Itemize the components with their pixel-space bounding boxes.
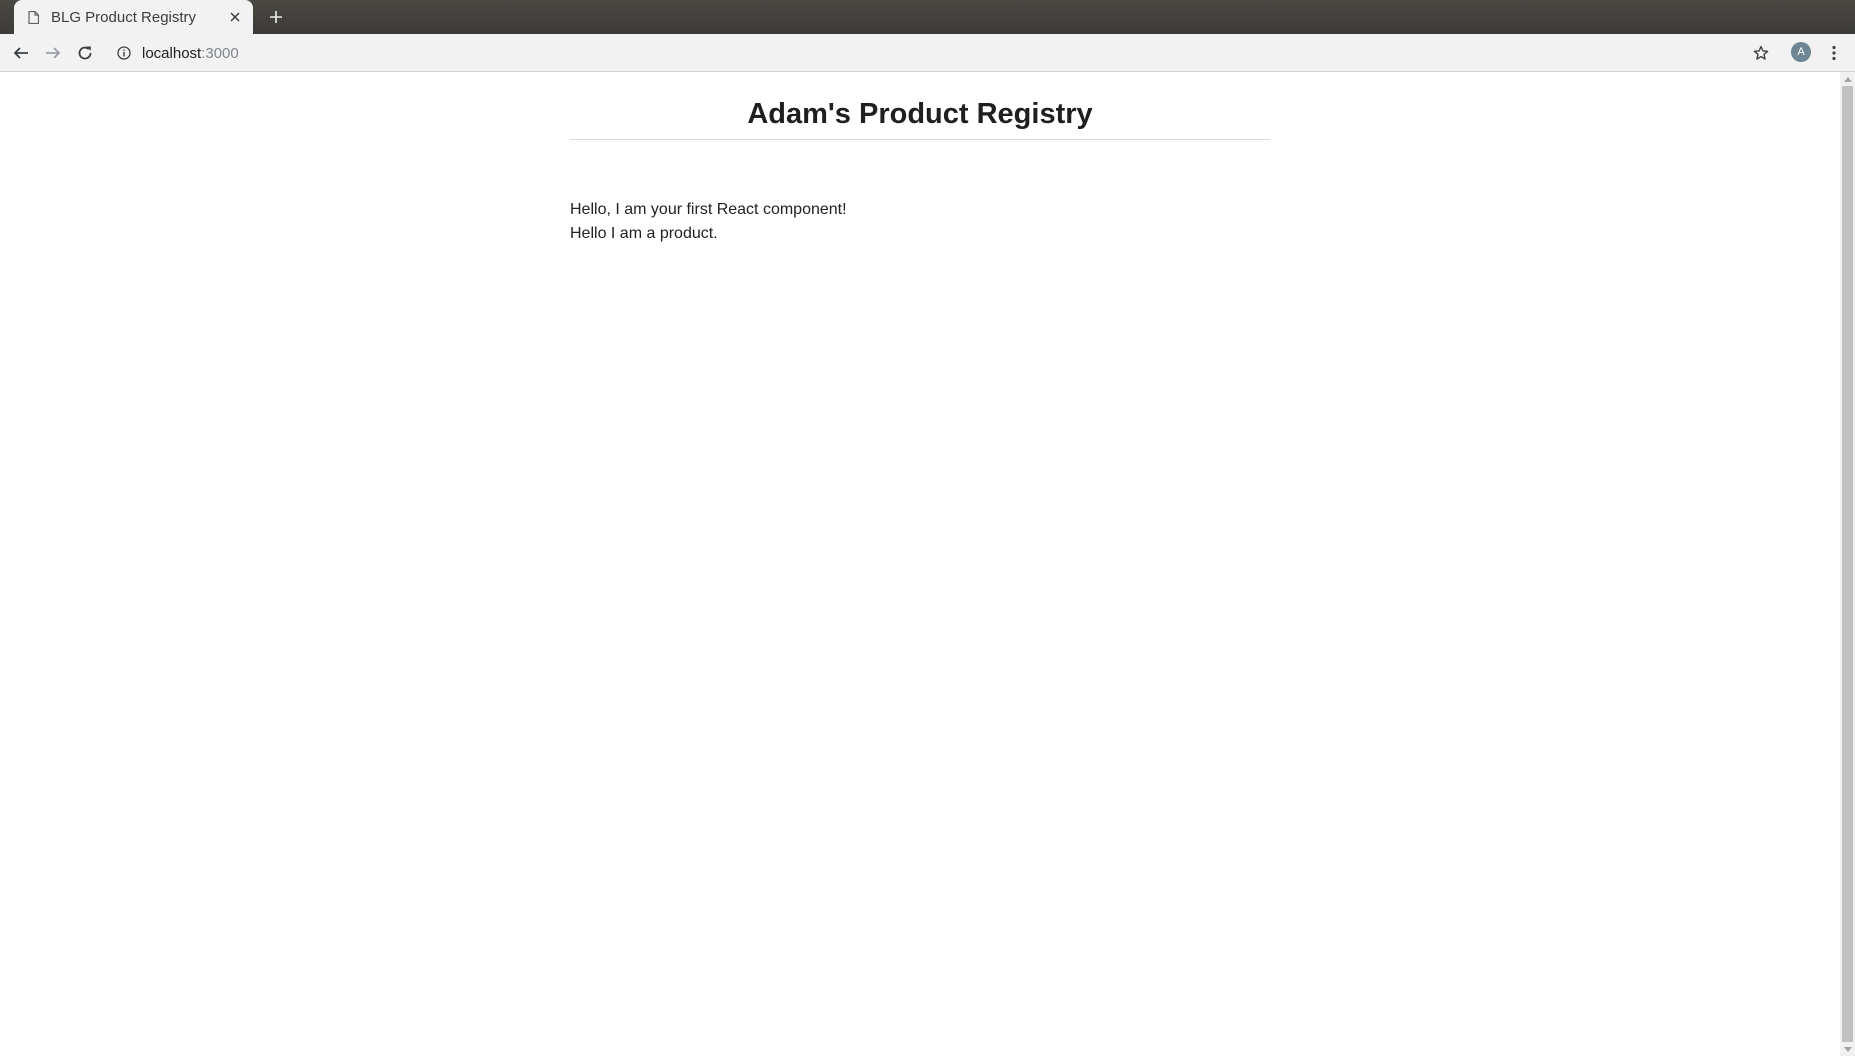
avatar[interactable]: A bbox=[1791, 42, 1811, 62]
close-icon[interactable] bbox=[227, 9, 243, 25]
browser-toolbar: localhost:3000 A bbox=[0, 34, 1855, 72]
plus-icon[interactable] bbox=[266, 7, 286, 27]
reload-icon[interactable] bbox=[75, 43, 95, 63]
info-icon[interactable] bbox=[116, 45, 132, 61]
star-icon[interactable] bbox=[1751, 43, 1771, 63]
address-bar[interactable]: localhost:3000 bbox=[116, 40, 1736, 66]
tab-title: BLG Product Registry bbox=[51, 8, 197, 26]
page-icon bbox=[28, 10, 39, 24]
url-host: localhost bbox=[142, 44, 202, 62]
tab-strip: BLG Product Registry bbox=[0, 0, 1855, 34]
scrollbar-thumb[interactable] bbox=[1842, 86, 1853, 1042]
page-title: Adam's Product Registry bbox=[747, 98, 1093, 130]
forward-arrow-icon[interactable] bbox=[43, 43, 63, 63]
title-divider bbox=[570, 139, 1270, 140]
page-viewport: Adam's Product Registry Hello, I am your… bbox=[0, 72, 1840, 1056]
url-port: :3000 bbox=[201, 44, 239, 62]
browser-tab[interactable]: BLG Product Registry bbox=[14, 0, 253, 34]
content-body: Hello, I am your first React component! … bbox=[570, 198, 1270, 246]
back-arrow-icon[interactable] bbox=[11, 43, 31, 63]
vertical-scrollbar[interactable] bbox=[1840, 72, 1855, 1056]
component-message: Hello, I am your first React component! bbox=[570, 201, 847, 218]
kebab-menu-icon[interactable] bbox=[1824, 43, 1844, 63]
main-container: Adam's Product Registry Hello, I am your… bbox=[570, 72, 1270, 246]
scroll-down-arrow-icon[interactable] bbox=[1840, 1042, 1855, 1056]
product-message: Hello I am a product. bbox=[570, 225, 718, 242]
scroll-up-arrow-icon[interactable] bbox=[1840, 72, 1855, 86]
